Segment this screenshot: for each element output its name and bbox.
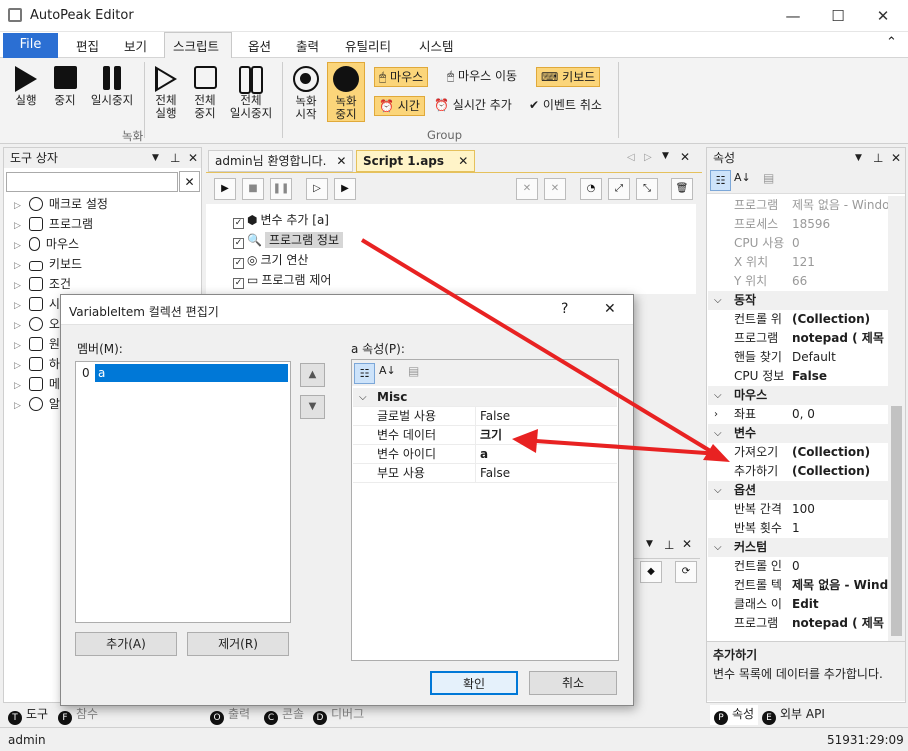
arrowhead-left — [512, 429, 538, 453]
arrow-line-to-add — [360, 238, 714, 454]
arrow-line-to-data — [535, 439, 721, 456]
annotation-arrows — [360, 238, 730, 462]
